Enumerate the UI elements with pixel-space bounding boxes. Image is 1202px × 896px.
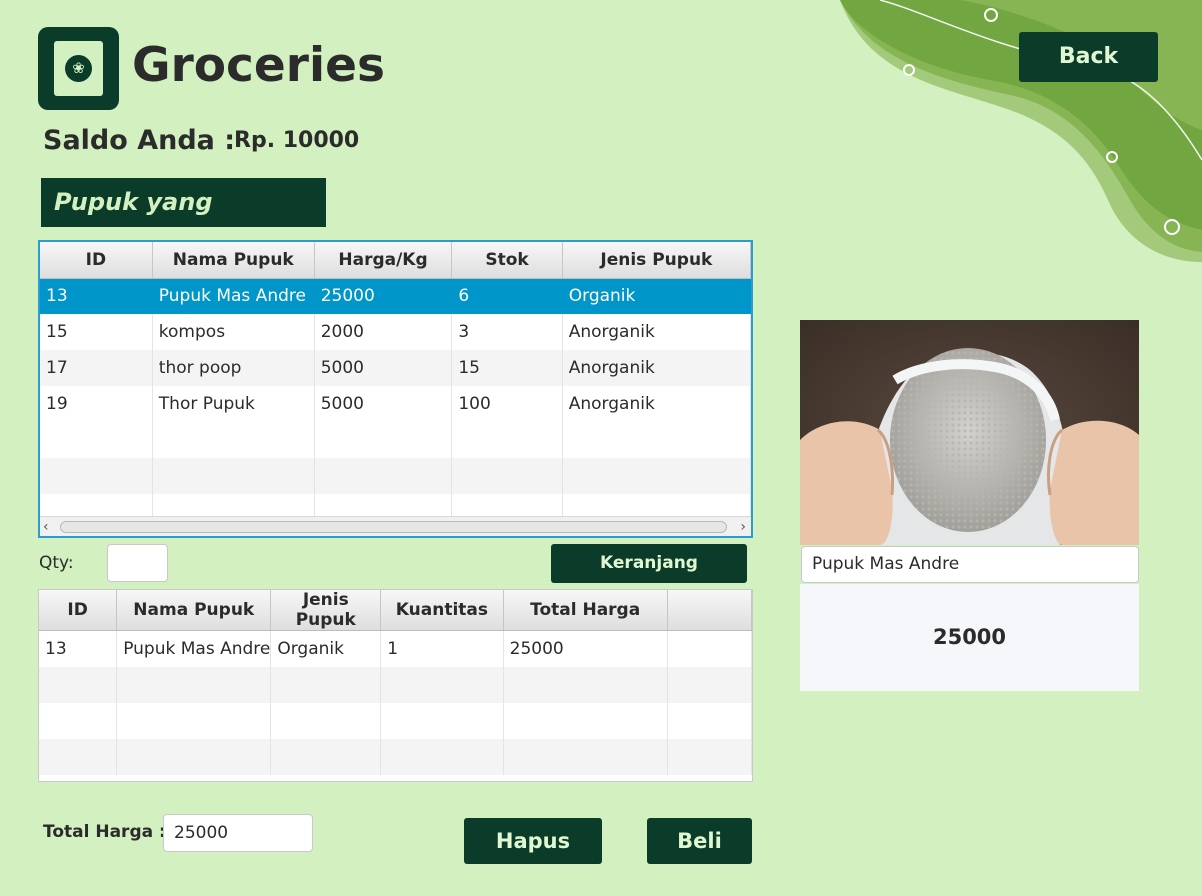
cell-price: 5000	[314, 386, 453, 422]
column-header-filler	[667, 590, 752, 631]
cell-name: kompos	[152, 314, 315, 350]
column-header-price[interactable]: Harga/Kg	[314, 242, 453, 279]
scrollbar-thumb[interactable]	[60, 521, 727, 533]
horizontal-scrollbar[interactable]: ‹ ›	[40, 516, 751, 536]
add-to-cart-button[interactable]: Keranjang	[551, 544, 747, 583]
cell-id: 15	[40, 314, 153, 350]
cell-id: 19	[40, 386, 153, 422]
cell-name: Pupuk Mas Andre	[116, 630, 272, 667]
cell-id: 17	[40, 350, 153, 386]
empty-row	[39, 738, 752, 775]
product-image	[800, 320, 1139, 545]
buy-button[interactable]: Beli	[647, 818, 752, 864]
app-title: Groceries	[132, 38, 385, 93]
available-fertilizer-heading: Pupuk yang tersedia :	[41, 178, 326, 265]
table-row[interactable]: 17 thor poop 5000 15 Anorganik	[40, 350, 751, 386]
product-price-display: 25000	[800, 584, 1139, 691]
cell-stock: 3	[451, 314, 563, 350]
scroll-left-icon[interactable]: ‹	[43, 517, 49, 536]
table-row[interactable]: 13 Pupuk Mas Andre 25000 6 Organik	[40, 278, 751, 314]
cell-name: Pupuk Mas Andre	[152, 278, 315, 314]
column-header-quantity[interactable]: Kuantitas	[380, 590, 504, 631]
cell-type: Anorganik	[562, 386, 751, 422]
cell-type: Organik	[562, 278, 751, 314]
column-header-id[interactable]: ID	[40, 242, 153, 279]
cell-stock: 15	[451, 350, 563, 386]
back-button[interactable]: Back	[1019, 32, 1158, 82]
cell-type: Organik	[270, 630, 382, 667]
product-name-field[interactable]: Pupuk Mas Andre	[801, 546, 1139, 583]
column-header-type[interactable]: Jenis Pupuk	[270, 590, 382, 631]
empty-row	[40, 458, 751, 494]
empty-row	[39, 702, 752, 739]
cell-type: Anorganik	[562, 350, 751, 386]
column-header-stock[interactable]: Stok	[451, 242, 563, 279]
empty-row	[39, 666, 752, 703]
fertilizer-table[interactable]: ID Nama Pupuk Harga/Kg Stok Jenis Pupuk …	[38, 240, 753, 538]
cell-id: 13	[39, 630, 118, 667]
cell-price: 25000	[314, 278, 453, 314]
leaf-icon: ❀	[65, 55, 92, 82]
column-header-total[interactable]: Total Harga	[503, 590, 668, 631]
table-row[interactable]: 15 kompos 2000 3 Anorganik	[40, 314, 751, 350]
total-price-label: Total Harga :	[43, 822, 166, 842]
cell-total: 25000	[503, 630, 668, 667]
cell-id: 13	[40, 278, 153, 314]
table-row[interactable]: 13 Pupuk Mas Andre Organik 1 25000	[39, 630, 752, 667]
qty-input[interactable]	[107, 544, 168, 582]
cell-name: Thor Pupuk	[152, 386, 315, 422]
qty-label: Qty:	[39, 553, 74, 573]
column-header-name[interactable]: Nama Pupuk	[152, 242, 315, 279]
scroll-right-icon[interactable]: ›	[740, 517, 746, 536]
delete-button[interactable]: Hapus	[464, 818, 602, 864]
column-header-id[interactable]: ID	[39, 590, 118, 631]
cell-type: Anorganik	[562, 314, 751, 350]
cell-price: 2000	[314, 314, 453, 350]
total-price-field[interactable]: 25000	[163, 814, 313, 852]
cart-table[interactable]: ID Nama Pupuk Jenis Pupuk Kuantitas Tota…	[38, 589, 753, 782]
cell-stock: 6	[451, 278, 563, 314]
cell-stock: 100	[451, 386, 563, 422]
column-header-name[interactable]: Nama Pupuk	[116, 590, 272, 631]
balance-label: Saldo Anda :	[43, 125, 236, 156]
table-row[interactable]: 19 Thor Pupuk 5000 100 Anorganik	[40, 386, 751, 422]
balance-value: Rp. 10000	[234, 128, 360, 153]
app-logo: ❀	[38, 27, 119, 110]
cell-name: thor poop	[152, 350, 315, 386]
cell-quantity: 1	[380, 630, 504, 667]
empty-row	[40, 422, 751, 458]
cell-price: 5000	[314, 350, 453, 386]
column-header-type[interactable]: Jenis Pupuk	[562, 242, 751, 279]
